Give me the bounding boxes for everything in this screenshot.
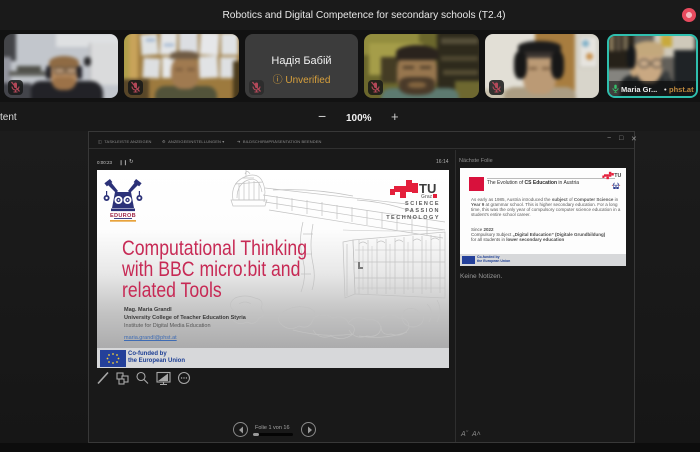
svg-text:Graz: Graz bbox=[421, 194, 433, 200]
svg-text:TU: TU bbox=[614, 173, 621, 179]
